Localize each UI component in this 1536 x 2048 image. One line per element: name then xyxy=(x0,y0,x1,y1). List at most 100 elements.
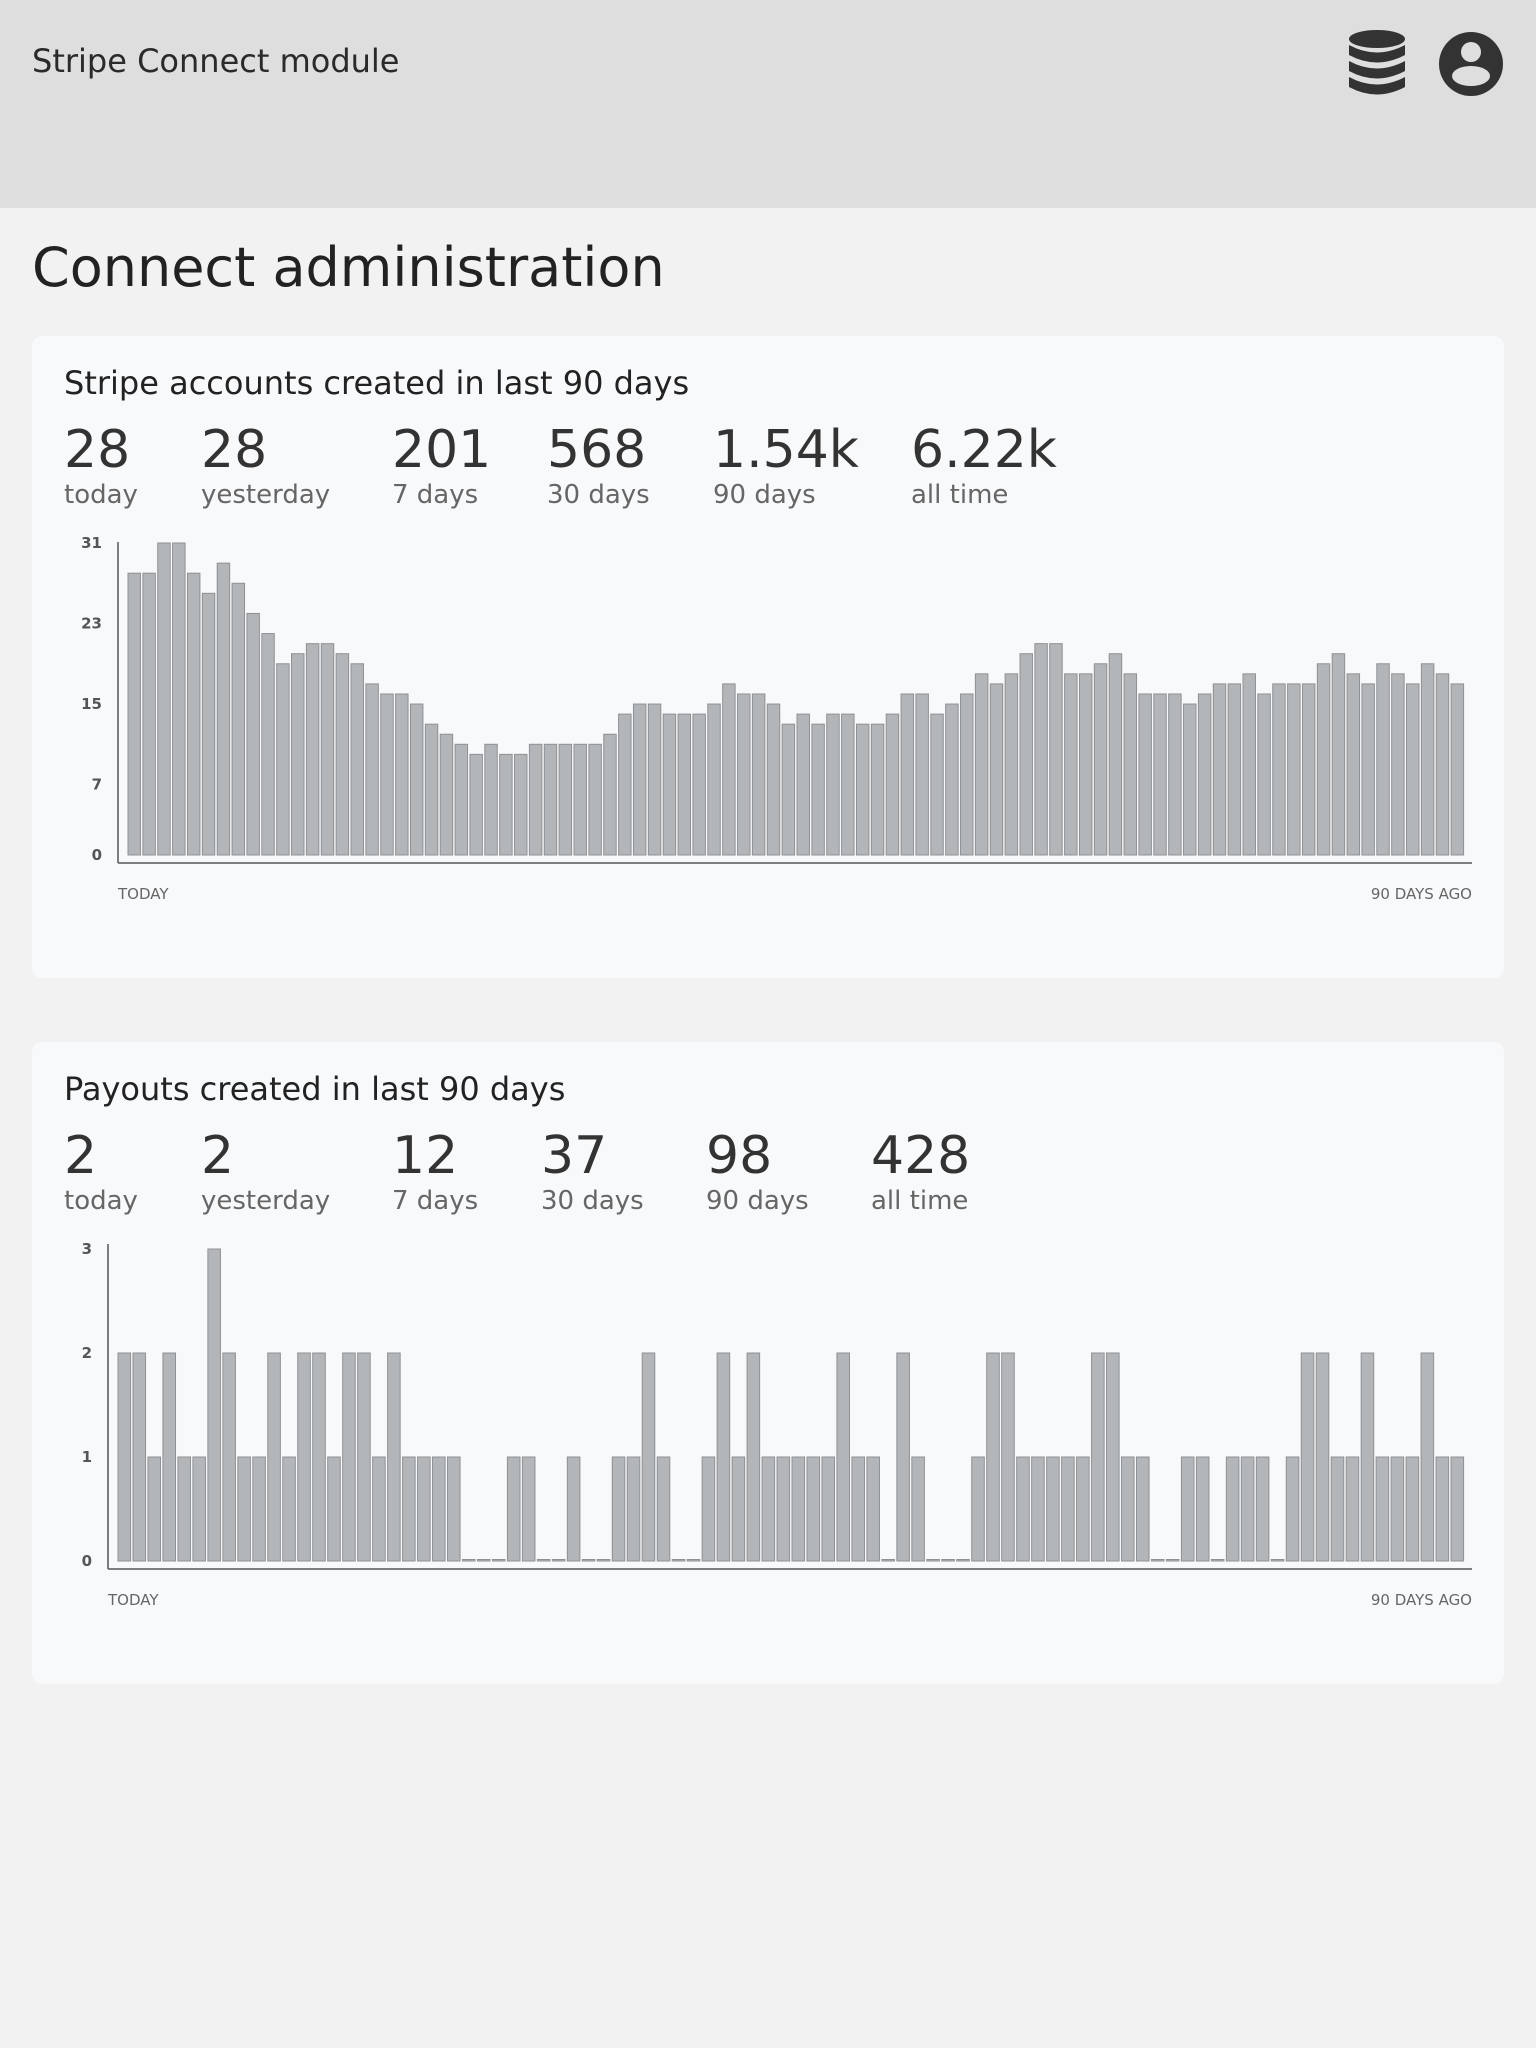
chart-bar xyxy=(1375,1456,1390,1562)
chart-bar xyxy=(320,643,335,856)
account-icon[interactable] xyxy=(1438,30,1504,98)
chart-bar xyxy=(855,723,870,856)
stat-label: 30 days xyxy=(547,480,650,510)
chart-bar xyxy=(626,1456,641,1562)
chart-bar xyxy=(172,542,186,856)
chart-bar xyxy=(312,1352,326,1562)
chart-bar xyxy=(751,693,766,856)
chart-bar xyxy=(870,723,885,856)
chart-bar xyxy=(261,633,275,856)
chart-bar xyxy=(387,1352,401,1562)
chart-bar xyxy=(746,1352,761,1562)
chart-bar xyxy=(1376,663,1390,856)
chart-bar xyxy=(1210,1559,1225,1562)
chart-bar xyxy=(1405,1456,1420,1562)
chart-bar xyxy=(222,1352,236,1562)
stat-7-days: 12 7 days xyxy=(392,1126,478,1216)
payouts-bar-chart: 0 1 2 3 TODAY 90 DAYS AGO xyxy=(82,1240,1472,1609)
chart-bar xyxy=(162,1352,177,1562)
chart-bar xyxy=(543,743,558,856)
chart-bar xyxy=(365,683,379,856)
chart-bar xyxy=(291,653,305,856)
chart-bar xyxy=(971,1456,985,1562)
chart-bar xyxy=(707,703,721,856)
stat-label: 7 days xyxy=(392,480,479,510)
chart-bar xyxy=(395,693,409,856)
chart-bar xyxy=(1019,653,1033,856)
chart-bar xyxy=(1093,663,1108,856)
chart-bar xyxy=(476,1559,491,1562)
chart-bar xyxy=(409,703,424,856)
chart-bar xyxy=(117,1352,132,1562)
chart-bar xyxy=(132,1352,147,1562)
chart-bar xyxy=(1004,673,1019,856)
chart-bar xyxy=(192,1456,206,1562)
chart-bar xyxy=(1034,643,1048,856)
chart-bar xyxy=(1331,653,1346,856)
chart-bar xyxy=(1165,1559,1180,1562)
stat-today: 28 today xyxy=(64,420,138,510)
chart-bar xyxy=(1212,683,1227,856)
chart-bar xyxy=(573,743,587,856)
chart-bar xyxy=(558,743,573,856)
chart-bar xyxy=(915,693,929,856)
chart-bar xyxy=(1346,673,1361,856)
chart-bar xyxy=(1360,1352,1375,1562)
chart-bar xyxy=(514,753,528,856)
chart-bar xyxy=(761,1456,776,1562)
chart-bar xyxy=(350,663,364,856)
chart-bar xyxy=(588,743,602,856)
chart-bar xyxy=(380,693,394,856)
chart-bar xyxy=(677,713,692,856)
y-tick-label: 1 xyxy=(82,1448,92,1466)
stat-7-days: 201 7 days xyxy=(392,420,491,510)
x-end-label: 90 DAYS AGO xyxy=(1371,885,1472,903)
x-start-label: TODAY xyxy=(117,885,169,903)
database-icon[interactable] xyxy=(1346,30,1408,98)
chart-bar xyxy=(282,1456,296,1562)
chart-bar xyxy=(506,1456,521,1562)
chart-bar xyxy=(911,1456,925,1562)
chart-bar xyxy=(1255,1456,1270,1562)
stat-value: 428 xyxy=(871,1126,971,1186)
chart-bar xyxy=(207,1248,221,1562)
x-start-label: TODAY xyxy=(107,1591,159,1609)
chart-bar xyxy=(1153,693,1167,856)
chart-bar xyxy=(1450,1456,1465,1562)
stat-label: yesterday xyxy=(201,480,331,510)
chart-bar xyxy=(142,572,156,856)
chart-bar xyxy=(811,723,825,856)
stat-value: 2 xyxy=(201,1126,235,1186)
chart-bar xyxy=(1287,683,1301,856)
chart-bar xyxy=(1435,1456,1450,1562)
y-tick-label: 0 xyxy=(82,1552,92,1570)
chart-bar xyxy=(147,1456,162,1562)
chart-bar xyxy=(974,673,989,856)
chart-bar xyxy=(327,1456,341,1562)
chart-bar xyxy=(686,1559,701,1562)
chart-bar xyxy=(866,1456,880,1562)
chart-bar xyxy=(402,1456,416,1562)
chart-bar xyxy=(986,1352,1000,1562)
chart-bar xyxy=(826,713,840,856)
chart-bar xyxy=(1001,1352,1015,1562)
stat-30-days: 37 30 days xyxy=(541,1126,644,1216)
chart-bar xyxy=(836,1352,851,1562)
chart-bar xyxy=(447,1456,461,1562)
chart-bar xyxy=(1046,1456,1060,1562)
chart-bar xyxy=(1345,1456,1360,1562)
chart-bar xyxy=(551,1559,566,1562)
chart-bar xyxy=(1272,683,1286,856)
y-tick-label: 15 xyxy=(81,695,102,713)
chart-bar xyxy=(1435,673,1450,856)
stat-label: yesterday xyxy=(201,1186,331,1216)
chart-bar xyxy=(454,743,469,856)
chart-bar xyxy=(127,572,141,856)
chart-bar xyxy=(737,693,751,856)
accounts-card: Stripe accounts created in last 90 days … xyxy=(32,336,1504,978)
chart-bar xyxy=(566,1456,581,1562)
stat-label: 30 days xyxy=(541,1186,644,1216)
stat-value: 2 xyxy=(64,1126,98,1186)
stat-value: 6.22k xyxy=(911,420,1057,480)
chart-bar xyxy=(960,693,974,856)
